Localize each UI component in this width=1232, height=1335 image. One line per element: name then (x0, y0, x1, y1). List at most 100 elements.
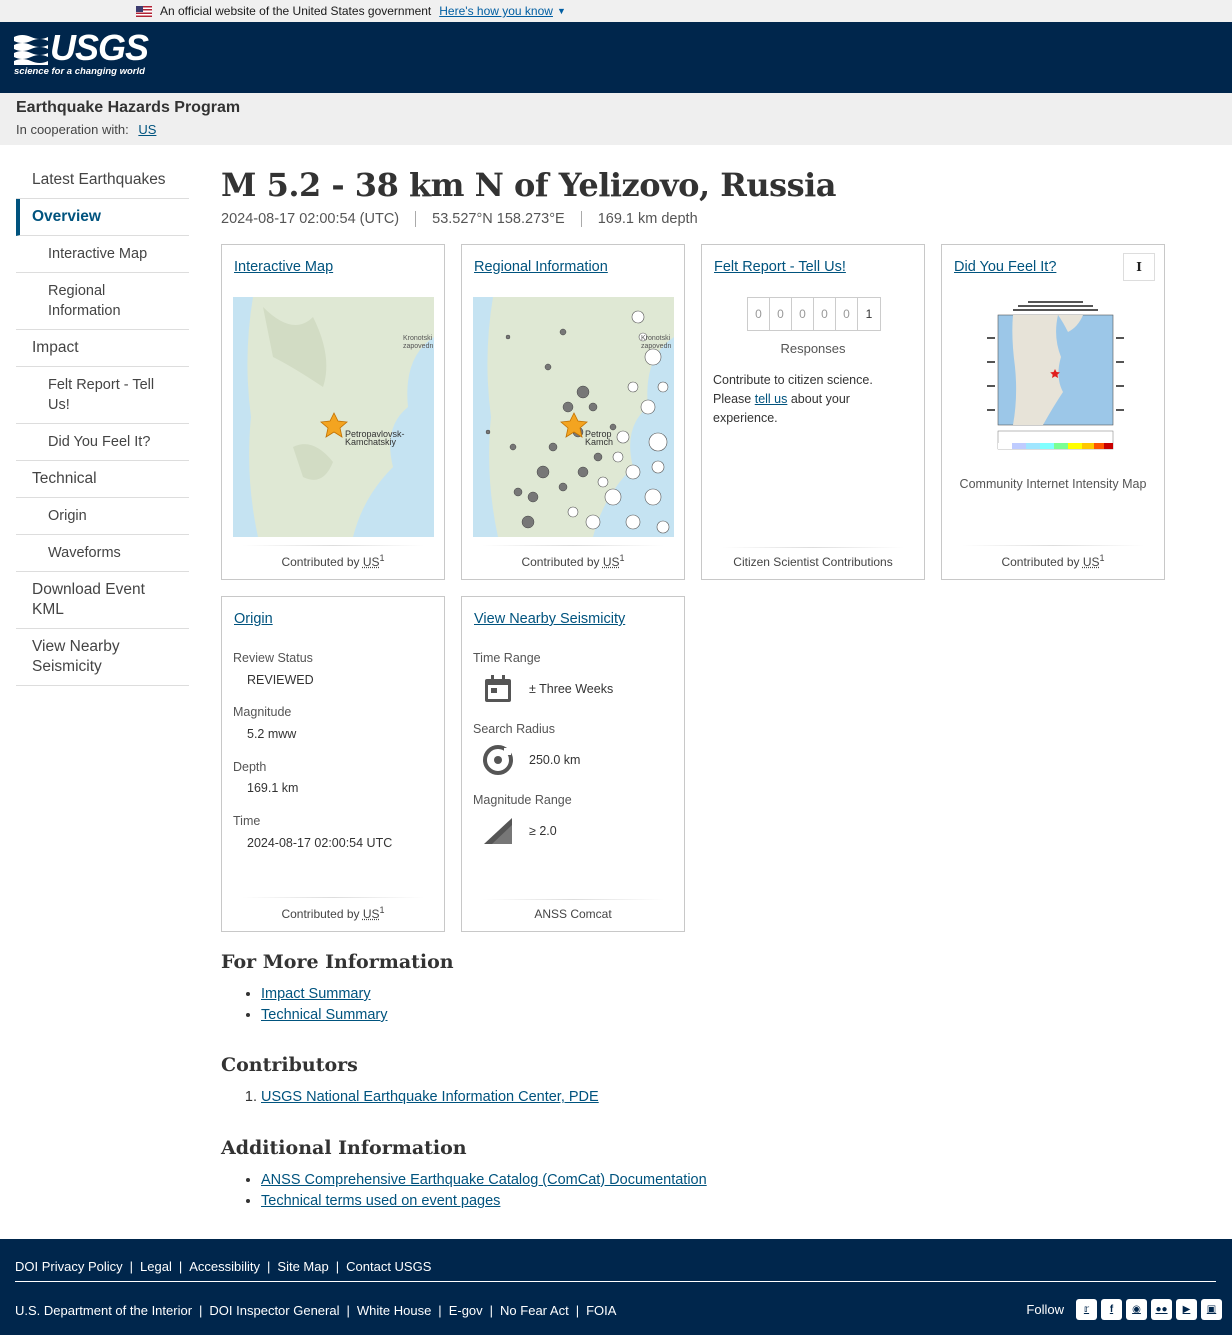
footer-link-accessibility[interactable]: Accessibility (189, 1259, 260, 1274)
more-info-list: Impact Summary Technical Summary (221, 984, 454, 1026)
site-footer: DOI Privacy Policy | Legal | Accessibility… (0, 1239, 1232, 1335)
sidebar-item-interactive-map[interactable]: Interactive Map (16, 236, 189, 273)
social-follow: Follow 𝕣 f ◉ ●● ▶ ▣ (1026, 1299, 1222, 1320)
dyfi-link[interactable]: Did You Feel It? (954, 259, 1056, 275)
map-label-reserve-1: Kronotski (641, 335, 671, 342)
regional-info-link[interactable]: Regional Information (474, 259, 608, 275)
event-time: 2024-08-17 02:00:54 (UTC) (221, 211, 400, 227)
twitter-icon[interactable]: 𝕣 (1076, 1299, 1097, 1320)
usgs-waves-icon (14, 35, 48, 65)
gov-banner-text: An official website of the United States… (160, 4, 432, 18)
footer-link-contact[interactable]: Contact USGS (346, 1259, 431, 1274)
regional-info-thumbnail[interactable]: Petrop Kamch Kronotski zapovedn (473, 297, 674, 537)
sidebar-item-download-kml[interactable]: Download Event KML (16, 572, 189, 629)
sidebar-item-regional-information[interactable]: Regional Information (16, 273, 189, 330)
contrib-sup: 1 (619, 553, 625, 563)
additional-info-section: Additional Information ANSS Comprehensiv… (221, 1136, 707, 1212)
contributor-link[interactable]: USGS National Earthquake Information Cen… (261, 1089, 599, 1105)
contrib-abbr: US (362, 907, 380, 921)
info-button[interactable]: I (1123, 253, 1155, 281)
more-info-heading: For More Information (221, 951, 454, 973)
list-item: Technical terms used on event pages (261, 1191, 707, 1212)
sidebar-item-origin[interactable]: Origin (16, 498, 189, 535)
program-title: Earthquake Hazards Program (16, 99, 241, 116)
flickr-icon[interactable]: ●● (1151, 1299, 1172, 1320)
sidebar-item-impact[interactable]: Impact (16, 330, 189, 367)
github-icon[interactable]: ◉ (1126, 1299, 1147, 1320)
response-counter: 0 0 0 0 0 1 (747, 297, 881, 331)
depth-value: 169.1 km (247, 781, 299, 795)
logo-text: USGS (50, 27, 149, 68)
coop-link-us[interactable]: US (138, 122, 156, 137)
follow-label: Follow (1026, 1302, 1064, 1317)
contributors-heading: Contributors (221, 1054, 358, 1076)
footer-link-nofear[interactable]: No Fear Act (500, 1303, 569, 1318)
impact-summary-link[interactable]: Impact Summary (261, 986, 371, 1002)
footer-separator: | (267, 1259, 271, 1274)
contributors-list: USGS National Earthquake Information Cen… (221, 1087, 599, 1108)
felt-report-text: Contribute to citizen science. Please te… (713, 371, 904, 428)
footer-link-inspector[interactable]: DOI Inspector General (209, 1303, 339, 1318)
calendar-icon (485, 675, 511, 702)
counter-digit: 0 (814, 298, 836, 330)
sidebar-item-nearby-seismicity[interactable]: View Nearby Seismicity (16, 629, 189, 686)
dyfi-card: Did You Feel It? I Community Internet In… (941, 244, 1165, 580)
time-value: 2024-08-17 02:00:54 UTC (247, 836, 393, 850)
interactive-map-link[interactable]: Interactive Map (234, 259, 333, 275)
regional-info-card: Regional Information Petrop Kamch Kronot… (461, 244, 685, 580)
counter-digit: 0 (770, 298, 792, 330)
sidebar-item-latest-earthquakes[interactable]: Latest Earthquakes (16, 162, 189, 199)
nearby-seismicity-card: View Nearby Seismicity Time Range ± Thre… (461, 596, 685, 932)
program-bar: Earthquake Hazards Program In cooperatio… (0, 93, 1232, 145)
chevron-down-icon: ▼ (556, 6, 566, 16)
sidebar-item-overview[interactable]: Overview (16, 199, 189, 236)
dyfi-contributor: Contributed by US1 (942, 545, 1164, 569)
counter-digit: 1 (865, 307, 873, 321)
interactive-map-contributor: Contributed by US1 (222, 545, 444, 569)
youtube-icon[interactable]: ▶ (1176, 1299, 1197, 1320)
footer-separator: | (438, 1303, 442, 1318)
more-info-section: For More Information Impact Summary Tech… (221, 950, 454, 1026)
sidebar-item-technical[interactable]: Technical (16, 461, 189, 498)
tell-us-link[interactable]: tell us (755, 392, 788, 406)
sidebar-nav: Latest Earthquakes Overview Interactive … (16, 162, 189, 686)
page-title: M 5.2 - 38 km N of Yelizovo, Russia (221, 166, 837, 204)
magnitude-icon (484, 818, 512, 844)
counter-digit: 0 (748, 298, 770, 330)
footer-link-legal[interactable]: Legal (140, 1259, 172, 1274)
origin-link[interactable]: Origin (234, 611, 273, 627)
nearby-seismicity-link[interactable]: View Nearby Seismicity (474, 611, 625, 627)
magnitude-range-value: ≥ 2.0 (529, 824, 557, 838)
footer-link-egov[interactable]: E-gov (449, 1303, 483, 1318)
radius-icon (483, 745, 513, 775)
footer-link-privacy[interactable]: DOI Privacy Policy (15, 1259, 123, 1274)
comcat-docs-link[interactable]: ANSS Comprehensive Earthquake Catalog (C… (261, 1172, 707, 1188)
technical-summary-link[interactable]: Technical Summary (261, 1007, 388, 1023)
footer-link-sitemap[interactable]: Site Map (277, 1259, 328, 1274)
technical-terms-link[interactable]: Technical terms used on event pages (261, 1193, 500, 1209)
footer-link-doi[interactable]: U.S. Department of the Interior (15, 1303, 192, 1318)
footer-separator: | (129, 1259, 134, 1274)
dyfi-map-thumbnail[interactable] (983, 297, 1126, 459)
responses-label: Responses (780, 341, 846, 356)
instagram-icon[interactable]: ▣ (1201, 1299, 1222, 1320)
sidebar-item-did-you-feel-it[interactable]: Did You Feel It? (16, 424, 189, 461)
event-location: 53.527°N 158.273°E (415, 211, 581, 227)
footer-separator: | (489, 1303, 494, 1318)
footer-link-whitehouse[interactable]: White House (357, 1303, 431, 1318)
list-item: ANSS Comprehensive Earthquake Catalog (C… (261, 1170, 707, 1191)
interactive-map-thumbnail[interactable]: Petropavlovsk- Kamchatskiy Kronotski zap… (233, 297, 434, 537)
sidebar-item-waveforms[interactable]: Waveforms (16, 535, 189, 572)
heres-how-you-know-link[interactable]: Here's how you know (439, 4, 553, 18)
contributors-section: Contributors USGS National Earthquake In… (221, 1053, 599, 1108)
facebook-icon[interactable]: f (1101, 1299, 1122, 1320)
footer-link-foia[interactable]: FOIA (586, 1303, 616, 1318)
magnitude-range-label: Magnitude Range (473, 793, 572, 807)
origin-contributor: Contributed by US1 (222, 897, 444, 921)
logo-tagline: science for a changing world (14, 66, 145, 77)
map-label-reserve-2: zapovedn (641, 343, 671, 350)
additional-info-list: ANSS Comprehensive Earthquake Catalog (C… (221, 1170, 707, 1212)
sidebar-item-felt-report[interactable]: Felt Report - Tell Us! (16, 367, 189, 424)
review-status-value: REVIEWED (247, 673, 314, 687)
felt-report-link[interactable]: Felt Report - Tell Us! (714, 259, 846, 275)
